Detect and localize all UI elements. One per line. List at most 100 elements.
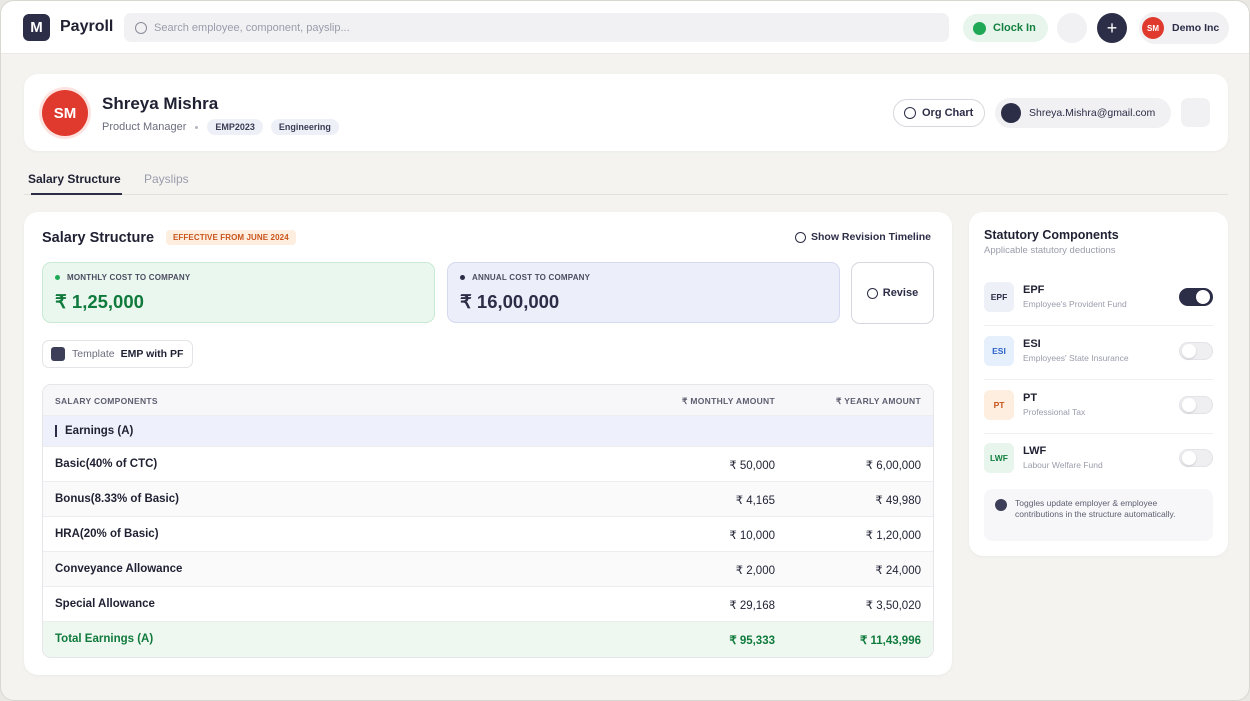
clock-in-label: Clock In <box>993 22 1036 34</box>
monthly-amount: ₹ 2,000 <box>735 565 775 577</box>
total-label: Total Earnings (A) <box>55 633 154 645</box>
app-window: M Payroll Search employee, component, pa… <box>0 0 1250 701</box>
toggle-knob <box>1182 451 1196 465</box>
component-name: HRA(20% of Basic) <box>55 528 159 540</box>
monthly-ctc-label-row: MONTHLY COST TO COMPANY <box>55 273 422 282</box>
pt-badge: PT <box>984 390 1014 420</box>
esi-badge: ESI <box>984 336 1014 366</box>
plus-icon: + <box>1106 18 1118 38</box>
total-yearly-amount: ₹ 11,43,996 <box>859 635 921 647</box>
monthly-amount: ₹ 29,168 <box>729 600 775 612</box>
top-bar: M Payroll Search employee, component, pa… <box>1 1 1249 54</box>
employee-profile-card: SM Shreya Mishra Product Manager EMP2023… <box>24 74 1228 151</box>
column-header-components: SALARY COMPONENTS <box>55 396 158 406</box>
component-name: Basic(40% of CTC) <box>55 458 157 470</box>
info-note: Toggles update employer & employee contr… <box>984 489 1213 541</box>
statutory-name: ESI <box>1023 338 1041 350</box>
employee-meta: Product Manager EMP2023 Engineering <box>102 119 347 135</box>
total-row: Total Earnings (A) ₹ 95,333 ₹ 11,43,996 <box>43 622 933 657</box>
statutory-item-lwf: LWF LWF Labour Welfare Fund <box>984 433 1213 487</box>
effective-date-badge: EFFECTIVE FROM JUNE 2024 <box>166 230 296 245</box>
monthly-amount: ₹ 10,000 <box>729 530 775 542</box>
component-note: (40% of CTC) <box>85 458 158 470</box>
annual-ctc-label-row: ANNUAL COST TO COMPANY <box>460 273 827 282</box>
template-icon <box>51 347 65 361</box>
statutory-description: Professional Tax <box>1023 407 1086 417</box>
add-button[interactable]: + <box>1097 13 1127 43</box>
table-row: Basic(40% of CTC) ₹ 50,000 ₹ 6,00,000 <box>43 447 933 482</box>
email-label: Shreya.Mishra@gmail.com <box>1029 107 1156 119</box>
notifications-button[interactable] <box>1057 13 1087 43</box>
statutory-name: EPF <box>1023 284 1045 296</box>
org-chart-button[interactable]: Org Chart <box>893 99 985 127</box>
salary-structure-card: Salary Structure EFFECTIVE FROM JUNE 202… <box>24 212 952 675</box>
total-monthly-amount: ₹ 95,333 <box>729 635 775 647</box>
table-row: Special Allowance ₹ 29,168 ₹ 3,50,020 <box>43 587 933 622</box>
tab-salary-structure[interactable]: Salary Structure <box>28 172 122 195</box>
department-chip: Engineering <box>270 119 339 135</box>
employee-role: Product Manager <box>102 121 187 133</box>
search-input[interactable]: Search employee, component, payslip... <box>124 13 949 42</box>
avatar: SM <box>1142 17 1164 39</box>
salary-components-table: SALARY COMPONENTS ₹ MONTHLY AMOUNT ₹ YEA… <box>42 384 934 658</box>
component-note: (8.33% of Basic) <box>90 493 179 505</box>
more-options-button[interactable] <box>1181 98 1210 127</box>
statutory-name: PT <box>1023 392 1038 404</box>
lwf-badge: LWF <box>984 443 1014 473</box>
group-label: Earnings (A) <box>65 425 134 437</box>
info-icon <box>995 499 1007 511</box>
statutory-item-pt: PT PT Professional Tax <box>984 380 1213 434</box>
monthly-ctc-label: MONTHLY COST TO COMPANY <box>67 273 191 282</box>
table-row: Conveyance Allowance ₹ 2,000 ₹ 24,000 <box>43 552 933 587</box>
yearly-amount: ₹ 3,50,020 <box>865 600 921 612</box>
annual-ctc-card: ANNUAL COST TO COMPANY ₹ 16,00,000 <box>447 262 840 323</box>
pt-toggle[interactable] <box>1179 396 1213 414</box>
revise-button[interactable]: Revise <box>851 262 934 324</box>
email-button[interactable]: Shreya.Mishra@gmail.com <box>995 98 1171 128</box>
tab-payslips[interactable]: Payslips <box>144 172 189 186</box>
lwf-toggle[interactable] <box>1179 449 1213 467</box>
separator-dot <box>195 125 199 129</box>
toggle-knob <box>1196 290 1210 304</box>
app-logo[interactable]: M <box>23 14 50 41</box>
statutory-name: LWF <box>1023 445 1047 457</box>
template-label: Template <box>72 348 115 360</box>
revision-timeline-toggle[interactable]: Show Revision Timeline <box>795 231 931 243</box>
search-placeholder: Search employee, component, payslip... <box>154 21 350 34</box>
component-label: Basic <box>55 458 86 470</box>
status-dot-icon <box>460 275 465 280</box>
template-selector[interactable]: Template EMP with PF <box>42 340 193 368</box>
yearly-amount: ₹ 49,980 <box>875 495 921 507</box>
column-header-yearly: ₹ YEARLY AMOUNT <box>835 396 921 406</box>
search-icon <box>135 21 147 34</box>
monthly-ctc-value: ₹ 1,25,000 <box>55 291 144 312</box>
statutory-description: Employees' State Insurance <box>1023 353 1129 363</box>
status-dot-icon <box>55 275 60 280</box>
app-title: Payroll <box>60 18 114 35</box>
column-header-monthly: ₹ MONTHLY AMOUNT <box>681 396 775 406</box>
component-name: Conveyance Allowance <box>55 563 182 575</box>
epf-badge: EPF <box>984 282 1014 312</box>
tab-bar: Salary Structure Payslips <box>24 169 1228 195</box>
clock-in-button[interactable]: Clock In <box>963 14 1048 42</box>
radio-icon <box>795 231 806 243</box>
mail-icon <box>1001 103 1021 123</box>
component-name: Bonus(8.33% of Basic) <box>55 493 179 505</box>
table-row: Bonus(8.33% of Basic) ₹ 4,165 ₹ 49,980 <box>43 482 933 517</box>
organization-switcher[interactable]: SM Demo Inc <box>1139 12 1229 44</box>
yearly-amount: ₹ 6,00,000 <box>865 460 921 472</box>
component-label: Special Allowance <box>55 598 155 610</box>
statutory-item-epf: EPF EPF Employee's Provident Fund <box>984 272 1213 326</box>
component-name: Special Allowance <box>55 598 155 610</box>
employee-id-chip: EMP2023 <box>207 119 263 135</box>
statutory-title: Statutory Components <box>984 228 1119 242</box>
section-title: Salary Structure <box>42 230 155 246</box>
toggle-knob <box>1182 344 1196 358</box>
annual-ctc-value: ₹ 16,00,000 <box>460 291 560 312</box>
epf-toggle[interactable] <box>1179 288 1213 306</box>
statutory-description: Employee's Provident Fund <box>1023 299 1127 309</box>
org-chart-label: Org Chart <box>922 107 974 119</box>
esi-toggle[interactable] <box>1179 342 1213 360</box>
revision-timeline-label: Show Revision Timeline <box>811 231 932 243</box>
org-name: Demo Inc <box>1172 22 1220 34</box>
